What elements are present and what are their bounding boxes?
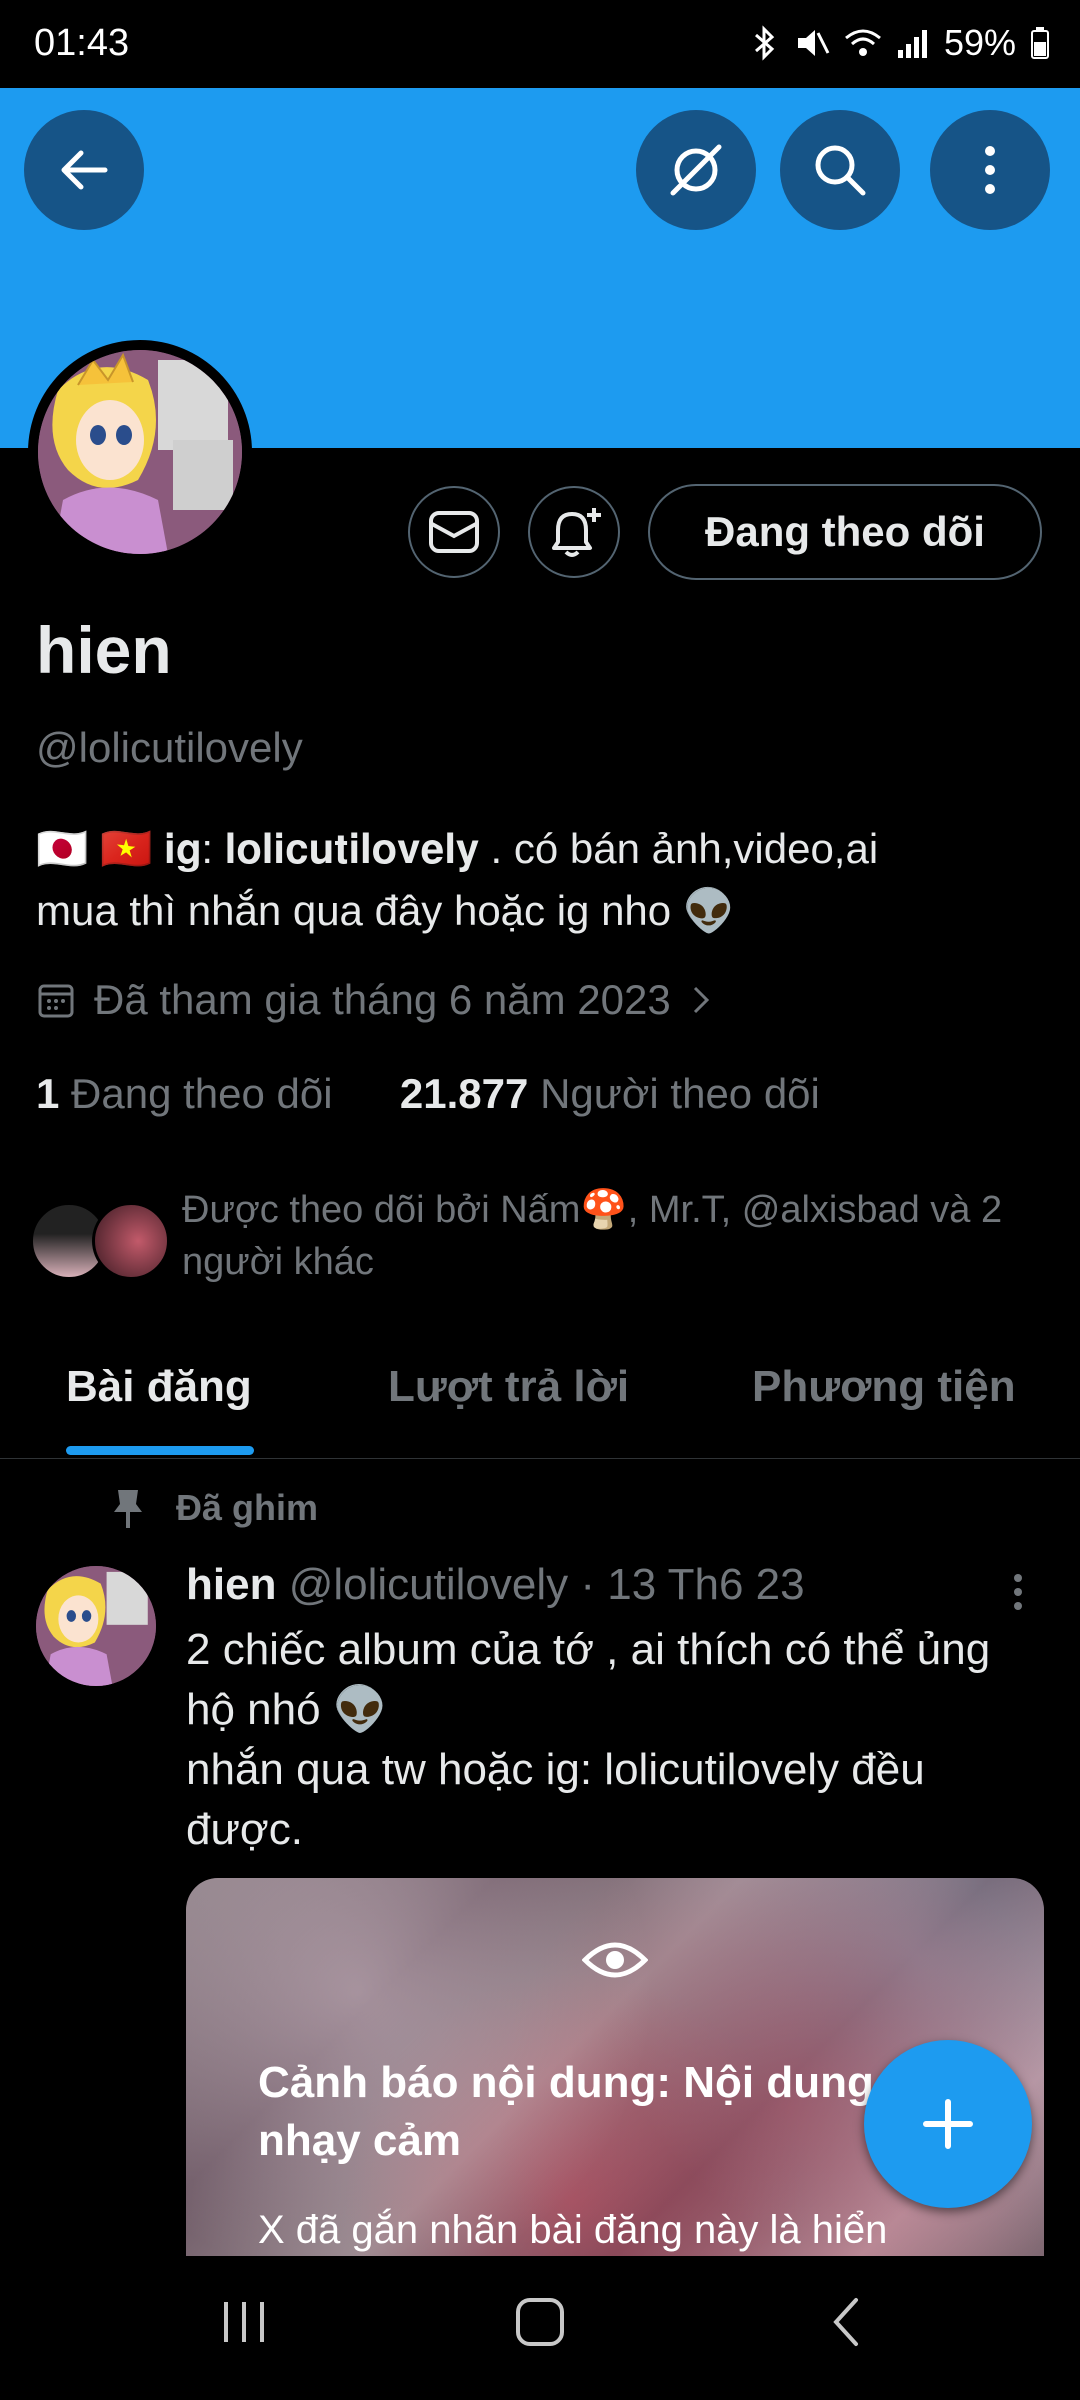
follower-avatar-2 <box>92 1202 170 1280</box>
post-avatar[interactable] <box>36 1566 156 1686</box>
profile-avatar[interactable] <box>28 340 252 564</box>
followed-by-text[interactable]: Được theo dõi bởi Nấm🍄, Mr.T, @alxisbad … <box>182 1184 1042 1288</box>
grok-button[interactable] <box>636 110 756 230</box>
follow-stats: 1 Đang theo dõi 21.877 Người theo dõi <box>36 1070 820 1118</box>
pinned-label: Đã ghim <box>110 1486 318 1530</box>
joined-text: Đã tham gia tháng 6 năm 2023 <box>94 976 671 1023</box>
status-bar: 01:43 59% <box>0 0 1080 88</box>
signal-icon <box>897 30 927 58</box>
tab-media[interactable]: Phương tiện <box>752 1362 1016 1412</box>
post-text-line-2: hộ nhó 👽 <box>186 1685 388 1734</box>
system-nav-bar <box>0 2256 1080 2400</box>
chevron-right-icon <box>693 986 709 1014</box>
pinned-text: Đã ghim <box>176 1487 319 1528</box>
post-author[interactable]: hien <box>186 1560 276 1609</box>
plus-icon <box>923 2099 973 2149</box>
home-icon[interactable] <box>512 2294 568 2350</box>
joined-date[interactable]: Đã tham gia tháng 6 năm 2023 <box>36 976 713 1024</box>
calendar-icon <box>38 984 74 1018</box>
status-time: 01:43 <box>34 22 130 64</box>
grok-icon <box>670 144 722 196</box>
more-button[interactable] <box>930 110 1050 230</box>
profile-handle: @lolicutilovely <box>36 724 303 771</box>
bell-plus-icon <box>552 508 601 557</box>
profile-bio: 🇯🇵 🇻🇳 𝐢𝐠: 𝐥𝐨𝐥𝐢𝐜𝐮𝐭𝐢𝐥𝐨𝐯𝐞𝐥𝐲 . có bán ảnh,vi… <box>36 818 1046 942</box>
post-header: hien @lolicutilovely · 13 Th6 23 <box>186 1560 805 1610</box>
message-button[interactable] <box>408 486 500 578</box>
mute-icon <box>797 30 830 56</box>
bio-line-1: 🇯🇵 🇻🇳 𝐢𝐠: 𝐥𝐨𝐥𝐢𝐜𝐮𝐭𝐢𝐥𝐨𝐯𝐞𝐥𝐲 . có bán ảnh,vi… <box>36 825 879 872</box>
status-icons: 59% <box>750 22 1050 64</box>
followers-label: Người theo dõi <box>540 1070 820 1117</box>
followers-stat[interactable]: 21.877 Người theo dõi <box>400 1070 820 1117</box>
post-text: 2 chiếc album của tớ , ai thích có thể ủ… <box>186 1620 1046 1860</box>
search-icon <box>815 145 866 196</box>
following-count: 1 <box>36 1070 60 1117</box>
following-label: Đang theo dõi <box>71 1070 333 1117</box>
tab-replies[interactable]: Lượt trả lời <box>388 1362 629 1412</box>
wifi-icon <box>844 29 881 56</box>
profile-tabs: Bài đăng Lượt trả lời Phương tiện <box>0 1330 1080 1459</box>
battery-percent: 59% <box>943 22 1016 63</box>
avatar-image <box>38 350 242 554</box>
search-button[interactable] <box>780 110 900 230</box>
post-handle: @lolicutilovely <box>288 1560 569 1609</box>
warning-title: Cảnh báo nội dung: Nội dung nhạy cảm <box>258 2058 874 2165</box>
post-text-line-3: nhắn qua tw hoặc ig: lolicutilovely đều <box>186 1745 925 1794</box>
eye-icon <box>582 1942 648 1978</box>
post-text-line-1: 2 chiếc album của tớ , ai thích có thể ủ… <box>186 1625 991 1674</box>
back-button[interactable] <box>24 110 144 230</box>
more-vertical-icon <box>985 146 995 194</box>
bio-line-2: mua thì nhắn qua đây hoặc ig nho 👽 <box>36 887 736 934</box>
followers-count: 21.877 <box>399 1070 529 1117</box>
pin-icon <box>114 1490 142 1528</box>
post-text-line-4: được. <box>186 1805 304 1854</box>
bluetooth-icon <box>754 25 775 61</box>
compose-button[interactable] <box>864 2040 1032 2208</box>
post-more-icon[interactable] <box>1010 1570 1026 1614</box>
following-stat[interactable]: 1 Đang theo dõi <box>36 1070 333 1117</box>
mail-icon <box>429 511 479 553</box>
following-button[interactable]: Đang theo dõi <box>648 484 1042 580</box>
back-nav-icon[interactable] <box>826 2294 866 2350</box>
battery-icon <box>1031 27 1049 59</box>
warning-subtitle: X đã gắn nhãn bài đăng này là hiển <box>258 2208 888 2252</box>
tab-posts[interactable]: Bài đăng <box>66 1362 252 1412</box>
tab-indicator <box>66 1446 254 1455</box>
profile-name: hien <box>36 613 172 687</box>
recent-apps-icon[interactable] <box>218 2296 270 2348</box>
arrow-left-icon <box>61 150 108 190</box>
notify-button[interactable] <box>528 486 620 578</box>
post-time: · 13 Th6 23 <box>580 1560 805 1609</box>
